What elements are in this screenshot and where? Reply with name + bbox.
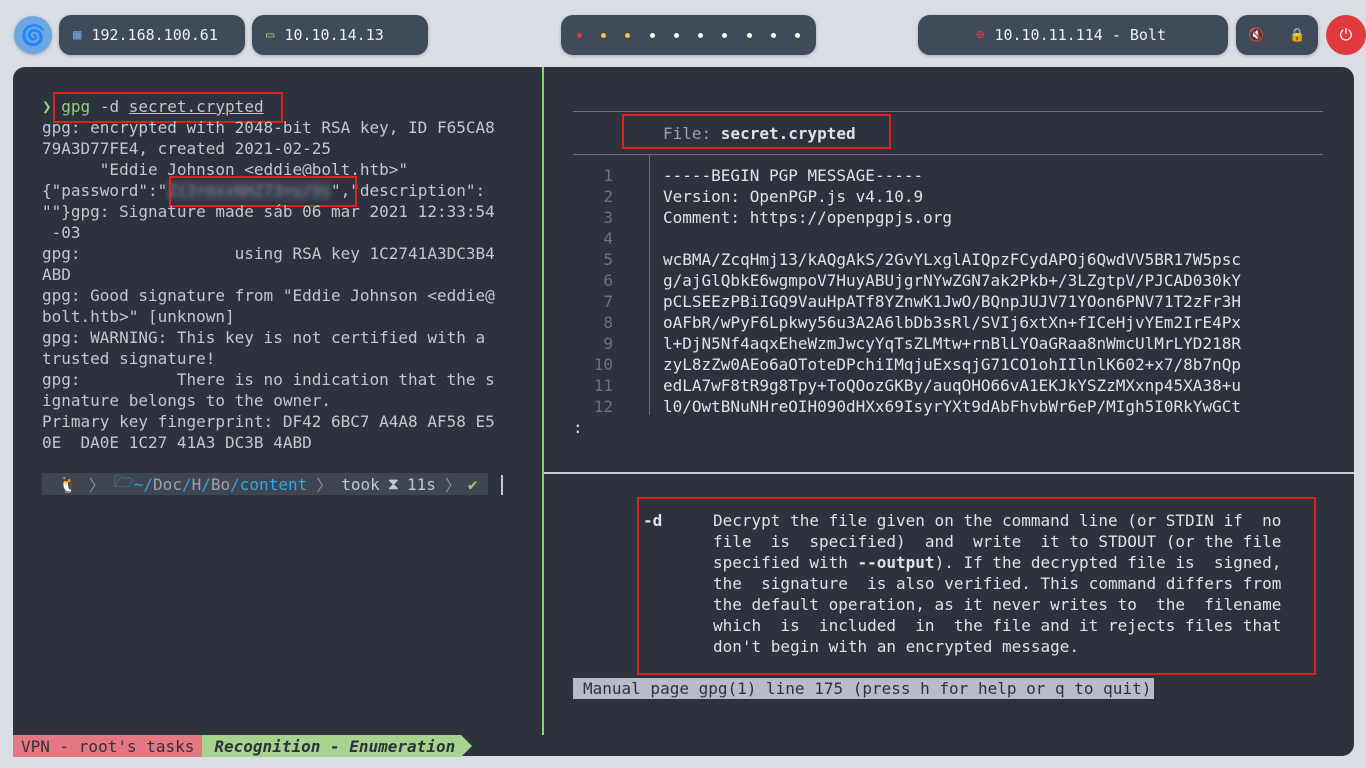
file-content-line: edLA7wF8tR9g8Tpy+ToQOozGKBy/auqOHO66vA1E… xyxy=(663,376,1241,395)
folder-icon: 🗁 xyxy=(113,471,134,491)
top-panel: 🌀 ▦ 192.168.100.61 ▭ 10.10.14.13 ⊕ 10.10… xyxy=(0,0,1366,70)
prompt-path-3: Bo xyxy=(210,474,231,494)
line-number: 7 xyxy=(603,292,613,311)
prompt-path-prefix: ~/ xyxy=(133,474,154,494)
file-content-line: l+DjN5Nf4aqxEheWzmJwcyYqTsZLMtw+rnBlLYOa… xyxy=(663,334,1241,353)
output-line: 79A3D77FE4, created 2021-02-25 xyxy=(42,139,331,158)
output-line: -03 xyxy=(42,223,81,242)
target-icon: ⊕ xyxy=(976,27,985,43)
vpn-ip-widget[interactable]: ▭ 10.10.14.13 xyxy=(252,15,428,55)
workspace-dot-8[interactable] xyxy=(746,32,752,38)
file-content-line: -----BEGIN PGP MESSAGE----- xyxy=(663,166,924,185)
file-content-line: Comment: https://openpgpjs.org xyxy=(663,208,952,227)
workspace-dot-2[interactable] xyxy=(600,32,606,38)
workspace-dot-7[interactable] xyxy=(722,32,728,38)
tmux-session[interactable]: VPN - root's tasks xyxy=(13,735,203,757)
laptop-icon: ▭ xyxy=(266,27,275,43)
line-number: 8 xyxy=(603,313,613,332)
local-ip-text: 192.168.100.61 xyxy=(91,26,218,44)
local-ip-widget[interactable]: ▦ 192.168.100.61 xyxy=(59,15,245,55)
terminal-window[interactable]: ❯ gpg -d secret.crypted gpg: encrypted w… xyxy=(13,67,1354,756)
output-line: ignature belongs to the owner. xyxy=(42,391,331,410)
line-number: 2 xyxy=(603,187,613,206)
vpn-ip-text: 10.10.14.13 xyxy=(284,26,384,44)
line-number: 1 xyxy=(603,166,613,185)
file-content-line: Version: OpenPGP.js v4.10.9 xyxy=(663,187,924,206)
workspace-dot-9[interactable] xyxy=(771,32,777,38)
output-line: ABD xyxy=(42,265,71,284)
output-line: gpg: There is no indication that the s xyxy=(42,370,495,389)
network-icon: ▦ xyxy=(73,27,82,43)
workspace-dot-10[interactable] xyxy=(795,32,801,38)
debian-logo-icon[interactable]: 🌀 xyxy=(14,16,52,54)
output-line: gpg: using RSA key 1C2741A3DC3B4 xyxy=(42,244,495,263)
viewer-top-rule xyxy=(573,111,1323,112)
hourglass-icon: ⧗ xyxy=(385,473,401,495)
cursor xyxy=(501,475,503,495)
system-tray: 🔇 🔒 xyxy=(1236,15,1318,55)
tmux-arrow xyxy=(461,735,473,757)
output-line: ""}gpg: Signature made sáb 06 mar 2021 1… xyxy=(42,202,495,221)
workspace-dot-4[interactable] xyxy=(649,32,655,38)
prompt-separator: 〉 xyxy=(85,473,108,495)
highlight-manpage-box xyxy=(637,497,1316,675)
output-line: trusted signature! xyxy=(42,349,216,368)
prompt-symbol: ❯ xyxy=(42,97,52,116)
target-text: 10.10.11.114 - Bolt xyxy=(994,26,1167,44)
workspace-switcher[interactable] xyxy=(561,15,816,55)
target-widget[interactable]: ⊕ 10.10.11.114 - Bolt xyxy=(918,15,1228,55)
prompt-path: 🗁 ~/Doc / H / Bo / content xyxy=(107,471,314,495)
line-number: 12 xyxy=(593,397,613,416)
workspace-dot-6[interactable] xyxy=(698,32,704,38)
workspace-dot-3[interactable] xyxy=(625,32,631,38)
pane-divider-horizontal[interactable] xyxy=(544,472,1354,474)
workspace-dot-5[interactable] xyxy=(673,32,679,38)
workspace-dot-1[interactable] xyxy=(576,32,582,38)
mute-icon[interactable]: 🔇 xyxy=(1248,28,1264,43)
output-line: gpg: Good signature from "Eddie Johnson … xyxy=(42,286,495,305)
file-content-line: l0/OwtBNuNHreOIH090dHXx69IsyrYXt9dAbFhvb… xyxy=(663,397,1241,416)
password-prefix: {"password":" xyxy=(42,181,168,200)
file-content-line: pCLSEEzPBiIGQ9VauHpATf8YZnwK1JwO/BQnpJUJ… xyxy=(663,292,1241,311)
highlight-filename-box xyxy=(622,114,891,149)
line-number: 3 xyxy=(603,208,613,227)
shell-prompt: 🐧 〉 🗁 ~/Doc / H / Bo / content 〉 took ⧗ 11s 〉 … xyxy=(42,471,488,495)
output-line: 0E DA0E 1C27 41A3 DC3B 4ABD xyxy=(42,433,312,452)
output-line: Primary key fingerprint: DF42 6BC7 A4A8 … xyxy=(42,412,495,431)
prompt-path-2: H xyxy=(191,474,202,494)
output-line: gpg: WARNING: This key is not certified … xyxy=(42,328,486,347)
prompt-took: took xyxy=(335,473,386,495)
prompt-path-1: Doc xyxy=(153,474,182,494)
output-line: bolt.htb>" [unknown] xyxy=(42,307,235,326)
man-status-bar: Manual page gpg(1) line 175 (press h for… xyxy=(573,678,1155,699)
file-content-line: g/ajGlQbkE6wgmpoV7HuyABUjgrNYwZGN7ak2Pkb… xyxy=(663,271,1241,290)
more-prompt[interactable]: : xyxy=(573,417,583,438)
prompt-separator-3: 〉 xyxy=(441,473,464,495)
prompt-path-4: content xyxy=(239,474,308,494)
line-number: 4 xyxy=(603,229,613,248)
output-line: gpg: encrypted with 2048-bit RSA key, ID… xyxy=(42,118,495,137)
check-icon: ✔ xyxy=(463,473,488,495)
prompt-separator-2: 〉 xyxy=(313,473,336,495)
file-content-line: zyL8zZw0AEo6aOToteDPchiIMqjuExsqjG71CO1o… xyxy=(663,355,1241,374)
line-number: 10 xyxy=(593,355,613,374)
gutter-rule xyxy=(649,155,650,415)
left-pane[interactable]: ❯ gpg -d secret.crypted gpg: encrypted w… xyxy=(13,67,542,737)
prompt-time: 11s xyxy=(401,473,442,495)
file-content-line: wcBMA/ZcqHmj13/kAQgAkS/2GvYLxglAIQpzFCyd… xyxy=(663,250,1241,269)
lock-icon[interactable]: 🔒 xyxy=(1289,28,1305,43)
tmux-status-bar: VPN - root's tasks Recognition - Enumera… xyxy=(13,735,473,757)
line-number: 11 xyxy=(593,376,613,395)
viewer-mid-rule xyxy=(573,154,1323,155)
linux-icon: 🐧 xyxy=(42,473,86,495)
file-content-line: oAFbR/wPyF6Lpkwy56u3A2A6lbDb3sRl/SVIj6xt… xyxy=(663,313,1241,332)
tmux-window[interactable]: Recognition - Enumeration xyxy=(202,735,462,757)
line-number: 5 xyxy=(603,250,613,269)
line-number: 9 xyxy=(603,334,613,353)
power-icon[interactable]: ⏻ xyxy=(1326,15,1366,55)
line-number: 6 xyxy=(603,271,613,290)
pane-divider-vertical[interactable] xyxy=(542,67,544,735)
